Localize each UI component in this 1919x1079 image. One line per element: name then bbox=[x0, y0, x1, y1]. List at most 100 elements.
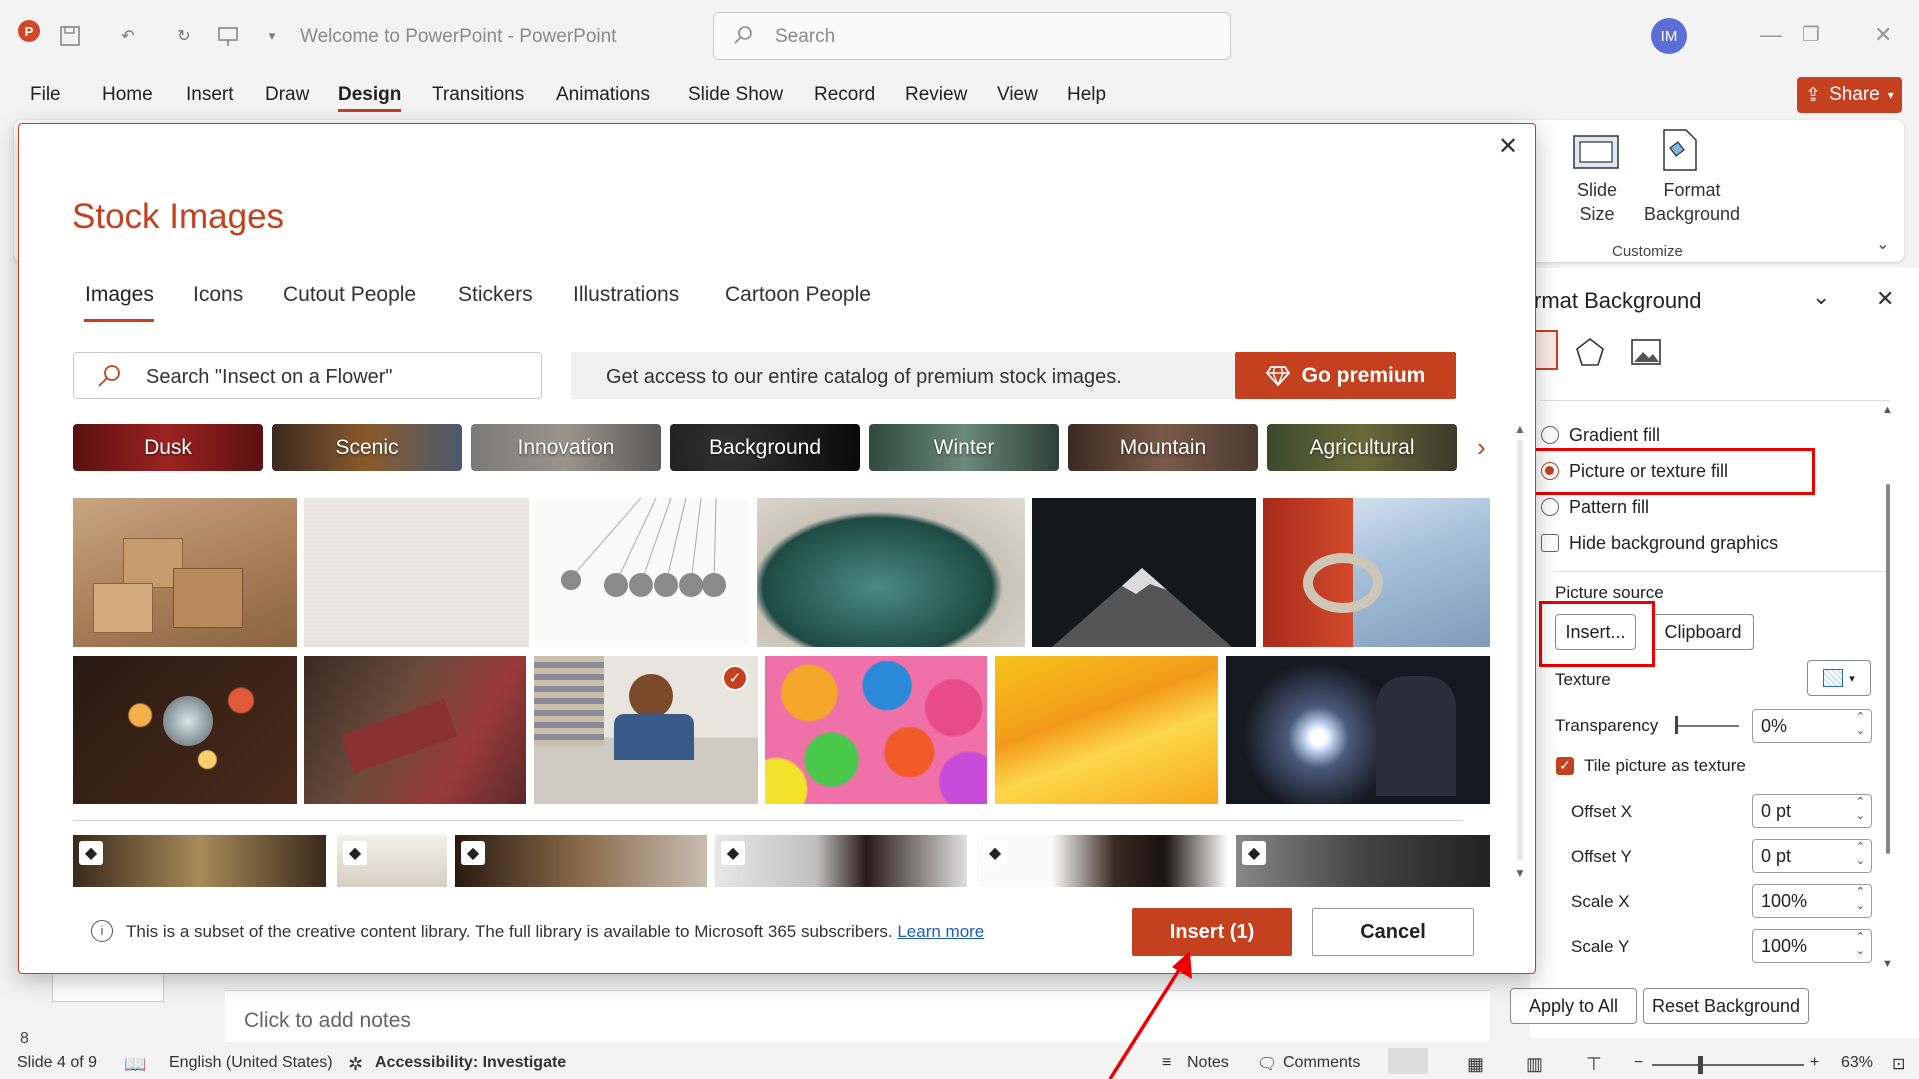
go-premium-button[interactable]: Go premium bbox=[1235, 352, 1456, 399]
stock-image-newtons-cradle[interactable] bbox=[536, 498, 748, 647]
clipboard-button[interactable]: Clipboard bbox=[1652, 614, 1754, 650]
chevron-right-icon[interactable]: › bbox=[1477, 432, 1486, 463]
fit-slide-icon[interactable]: ⊡ bbox=[1892, 1054, 1905, 1074]
tab-images[interactable]: Images bbox=[85, 283, 154, 307]
stock-image-cardboard-boxes[interactable] bbox=[73, 498, 297, 647]
pane-close-icon[interactable]: ✕ bbox=[1876, 286, 1894, 312]
menu-slide-show[interactable]: Slide Show bbox=[688, 84, 783, 106]
present-icon[interactable] bbox=[212, 20, 244, 52]
transparency-slider-thumb[interactable] bbox=[1675, 716, 1678, 734]
comments-button[interactable]: Comments bbox=[1283, 1054, 1360, 1072]
dialog-title: Stock Images bbox=[72, 197, 285, 236]
zoom-in-icon[interactable]: + bbox=[1810, 1054, 1819, 1072]
avatar[interactable]: IM bbox=[1651, 18, 1687, 54]
reading-view-icon[interactable]: ▥ bbox=[1526, 1054, 1543, 1075]
dialog-close-icon[interactable]: ✕ bbox=[1498, 132, 1518, 161]
stock-image-premium-4[interactable]: ◆ bbox=[715, 835, 967, 887]
stock-image-yellow-abstract[interactable] bbox=[995, 656, 1218, 804]
stock-image-paintbrush[interactable] bbox=[304, 656, 526, 804]
tile-texture-checkbox[interactable]: ✓ bbox=[1556, 757, 1574, 775]
pane-options-chevron-icon[interactable]: ⌄ bbox=[1812, 284, 1830, 310]
stock-image-buttons[interactable] bbox=[765, 656, 987, 804]
slide-size-button[interactable]: Slide Size bbox=[1562, 178, 1632, 226]
menu-help[interactable]: Help bbox=[1067, 84, 1106, 106]
menu-file[interactable]: File bbox=[30, 84, 61, 106]
normal-view-icon[interactable] bbox=[1388, 1048, 1428, 1074]
offset-y-spinner[interactable]: 0 pt bbox=[1752, 839, 1872, 873]
share-button[interactable]: ⇪ Share ▾ bbox=[1797, 77, 1902, 113]
spelling-icon[interactable]: 📖 bbox=[124, 1054, 146, 1075]
stock-image-linen-texture[interactable] bbox=[304, 498, 529, 647]
stock-image-premium-2[interactable]: ◆ bbox=[337, 835, 447, 887]
customize-qat-icon[interactable]: ▾ bbox=[256, 20, 288, 52]
effects-tab-icon[interactable] bbox=[1574, 336, 1606, 368]
hide-graphics-checkbox[interactable] bbox=[1541, 534, 1559, 552]
notes-area[interactable]: Click to add notes bbox=[225, 990, 1490, 1042]
menu-transitions[interactable]: Transitions bbox=[432, 84, 524, 106]
menu-review[interactable]: Review bbox=[905, 84, 967, 106]
menu-view[interactable]: View bbox=[997, 84, 1038, 106]
tab-icons[interactable]: Icons bbox=[193, 283, 243, 307]
tab-illustrations[interactable]: Illustrations bbox=[573, 283, 679, 307]
slide-sorter-icon[interactable]: ▦ bbox=[1467, 1054, 1484, 1075]
chip-innovation[interactable]: Innovation bbox=[471, 424, 661, 471]
scale-y-spinner[interactable]: 100% bbox=[1752, 929, 1872, 963]
chip-agricultural[interactable]: Agricultural bbox=[1267, 424, 1457, 471]
chip-dusk[interactable]: Dusk bbox=[73, 424, 263, 471]
apply-to-all-button[interactable]: Apply to All bbox=[1510, 988, 1637, 1024]
stock-image-premium-3[interactable]: ◆ bbox=[455, 835, 707, 887]
tab-cutout-people[interactable]: Cutout People bbox=[283, 283, 416, 307]
menu-design[interactable]: Design bbox=[338, 84, 402, 112]
pattern-fill-radio[interactable] bbox=[1541, 498, 1559, 516]
slide-thumbnail[interactable] bbox=[52, 972, 164, 1002]
menu-insert[interactable]: Insert bbox=[186, 84, 234, 106]
restore-icon[interactable]: ❐ bbox=[1802, 22, 1820, 47]
selected-check-icon[interactable]: ✓ bbox=[722, 665, 748, 691]
offset-x-spinner[interactable]: 0 pt bbox=[1752, 794, 1872, 828]
stock-image-premium-6[interactable]: ◆ bbox=[1236, 835, 1490, 887]
tab-cartoon-people[interactable]: Cartoon People bbox=[725, 283, 871, 307]
gradient-fill-radio[interactable] bbox=[1541, 426, 1559, 444]
zoom-out-icon[interactable]: − bbox=[1634, 1054, 1643, 1072]
tab-stickers[interactable]: Stickers bbox=[458, 283, 533, 307]
scale-x-spinner[interactable]: 100% bbox=[1752, 884, 1872, 918]
format-background-button[interactable]: Format Background bbox=[1642, 178, 1742, 226]
menu-draw[interactable]: Draw bbox=[265, 84, 309, 106]
cancel-button[interactable]: Cancel bbox=[1312, 908, 1474, 956]
grid-scrollbar[interactable]: ▲ ▼ bbox=[1514, 422, 1528, 882]
menu-record[interactable]: Record bbox=[814, 84, 875, 106]
stock-image-rock-pool[interactable] bbox=[757, 498, 1025, 647]
save-icon[interactable] bbox=[54, 20, 86, 52]
stock-image-premium-5[interactable]: ◆ bbox=[977, 835, 1227, 887]
stock-image-premium-1[interactable]: ◆ bbox=[73, 835, 326, 887]
accessibility-status[interactable]: Accessibility: Investigate bbox=[375, 1054, 566, 1072]
chip-background[interactable]: Background bbox=[670, 424, 860, 471]
stock-image-welder[interactable] bbox=[1226, 656, 1490, 804]
zoom-slider-thumb[interactable] bbox=[1698, 1056, 1703, 1074]
chip-winter[interactable]: Winter bbox=[869, 424, 1059, 471]
stock-image-snow-mountain[interactable] bbox=[1032, 498, 1256, 647]
transparency-spinner[interactable]: 0% bbox=[1752, 709, 1872, 743]
stock-image-crystal-ball[interactable] bbox=[73, 656, 297, 804]
undo-icon[interactable]: ↶ bbox=[112, 20, 144, 52]
learn-more-link[interactable]: Learn more bbox=[897, 922, 984, 941]
slide-counter[interactable]: Slide 4 of 9 bbox=[17, 1054, 97, 1072]
chip-scenic[interactable]: Scenic bbox=[272, 424, 462, 471]
redo-icon[interactable]: ↻ bbox=[168, 20, 200, 52]
slideshow-view-icon[interactable]: ⊤ bbox=[1586, 1054, 1602, 1075]
stock-image-boat-rope[interactable] bbox=[1263, 498, 1490, 647]
zoom-level[interactable]: 63% bbox=[1841, 1054, 1873, 1072]
texture-picker[interactable]: ▾ bbox=[1807, 660, 1871, 696]
chip-mountain[interactable]: Mountain bbox=[1068, 424, 1258, 471]
ribbon-collapse-icon[interactable]: ⌄ bbox=[1876, 234, 1889, 254]
transparency-slider[interactable] bbox=[1675, 725, 1739, 727]
menu-home[interactable]: Home bbox=[102, 84, 153, 106]
language-status[interactable]: English (United States) bbox=[169, 1054, 333, 1072]
zoom-slider[interactable] bbox=[1652, 1056, 1804, 1074]
picture-tab-icon[interactable] bbox=[1630, 336, 1662, 368]
menu-animations[interactable]: Animations bbox=[556, 84, 650, 106]
minimize-icon[interactable]: — bbox=[1760, 22, 1782, 48]
pane-scrollbar[interactable]: ▲ ▼ bbox=[1882, 404, 1894, 970]
close-window-icon[interactable]: ✕ bbox=[1874, 22, 1892, 48]
reset-background-button[interactable]: Reset Background bbox=[1643, 988, 1809, 1024]
